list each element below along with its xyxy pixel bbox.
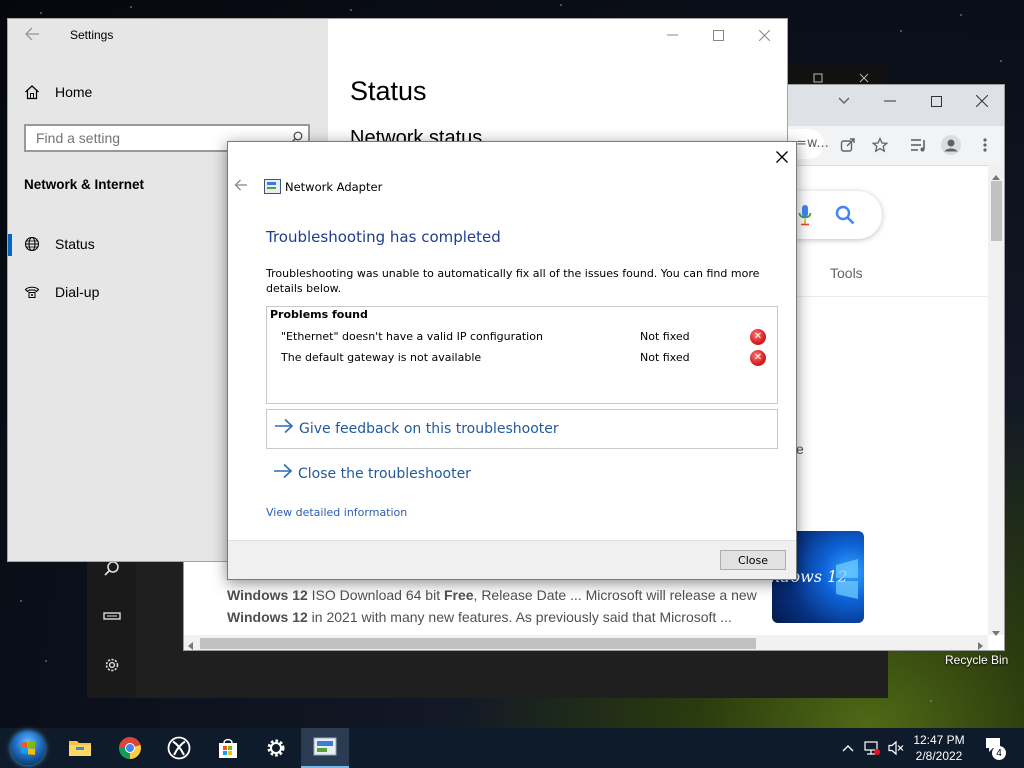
bookmark-star-icon[interactable] (870, 135, 890, 155)
problems-header: Problems found (270, 308, 368, 321)
hscroll-thumb[interactable] (200, 638, 756, 649)
minimize-button[interactable] (867, 86, 913, 116)
taskbar: 12:47 PM 2/8/2022 4 (0, 728, 1024, 768)
settings-title: Settings (70, 28, 114, 42)
sidebar-item-dialup[interactable]: Dial-up (24, 277, 99, 307)
url-text[interactable]: =w... (796, 136, 829, 151)
problem-text: "Ethernet" doesn't have a valid IP confi… (281, 330, 543, 343)
partial-text: e (796, 441, 804, 457)
chrome-icon[interactable] (106, 728, 154, 768)
view-details-link[interactable]: View detailed information (266, 506, 407, 519)
scroll-thumb[interactable] (991, 181, 1002, 241)
sidebar-item-label: Dial-up (55, 284, 100, 300)
start-button[interactable] (4, 728, 52, 768)
search-icon[interactable] (835, 205, 855, 228)
dialog-title: Network Adapter (285, 180, 383, 194)
problem-status: Not fixed (640, 351, 690, 364)
back-arrow-icon[interactable] (24, 27, 40, 44)
dialog-footer: Close (228, 540, 796, 579)
keyboard-icon[interactable] (87, 596, 136, 636)
clock[interactable]: 12:47 PM 2/8/2022 (907, 732, 971, 764)
error-icon (750, 329, 766, 345)
dialog-description: Troubleshooting was unable to automatica… (266, 267, 760, 295)
tab-search-icon[interactable] (821, 86, 867, 116)
dialog-close-icon[interactable] (768, 145, 796, 169)
page-title: Status (350, 76, 427, 106)
globe-icon (24, 236, 40, 252)
media-queue-icon[interactable] (908, 135, 928, 155)
close-window-button[interactable] (959, 86, 1004, 116)
arrow-right-icon (273, 463, 293, 483)
maximize-button[interactable] (695, 23, 741, 47)
clock-time: 12:47 PM (913, 733, 965, 747)
maximize-button[interactable] (913, 86, 959, 116)
profile-avatar-icon[interactable] (941, 135, 961, 155)
scroll-down-icon[interactable] (992, 625, 1000, 639)
nav-home-label: Home (55, 84, 93, 100)
troubleshooter-dialog: Network Adapter Troubleshooting has comp… (227, 141, 797, 580)
windows-logo-icon (11, 731, 45, 765)
microphone-icon[interactable] (798, 204, 812, 229)
close-troubleshooter-link[interactable]: Close the troubleshooter (266, 455, 778, 495)
error-icon (750, 350, 766, 366)
settings-gear-icon[interactable] (252, 728, 300, 768)
back-arrow-icon[interactable] (234, 177, 248, 195)
minimize-button[interactable] (649, 23, 695, 47)
selection-indicator (8, 234, 12, 256)
troubleshooter-taskbar-icon[interactable] (301, 728, 349, 768)
share-icon[interactable] (838, 135, 858, 155)
arrow-right-icon (274, 418, 294, 438)
notification-count-badge: 4 (992, 746, 1006, 760)
recycle-bin-label[interactable]: Recycle Bin (945, 653, 1008, 667)
file-explorer-icon[interactable] (56, 728, 104, 768)
network-status-icon[interactable] (861, 738, 881, 758)
section-heading: Network & Internet (24, 177, 145, 192)
problem-row: The default gateway is not available Not… (267, 349, 777, 369)
scroll-left-icon[interactable] (188, 639, 193, 650)
windows-logo-icon (836, 559, 858, 599)
sidebar-item-label: Status (55, 236, 95, 252)
problems-list: Problems found "Ethernet" doesn't have a… (266, 306, 778, 404)
scroll-right-icon[interactable] (978, 639, 983, 650)
close-troubleshooter-label: Close the troubleshooter (298, 466, 471, 482)
problem-text: The default gateway is not available (281, 351, 482, 364)
home-icon (24, 84, 40, 100)
vertical-scrollbar[interactable] (988, 165, 1004, 636)
volume-muted-icon[interactable] (886, 738, 906, 758)
sidebar-item-status[interactable]: Status (24, 229, 95, 259)
xbox-icon[interactable] (155, 728, 203, 768)
close-button[interactable]: Close (720, 550, 786, 570)
gear-icon[interactable] (87, 645, 136, 685)
store-icon[interactable] (204, 728, 252, 768)
clock-date: 2/8/2022 (915, 749, 963, 763)
tray-chevron-up-icon[interactable] (838, 738, 858, 758)
dialup-icon (24, 284, 40, 300)
nav-home[interactable]: Home (24, 77, 92, 107)
action-center-button[interactable]: 4 (978, 734, 1018, 762)
problem-status: Not fixed (640, 330, 690, 343)
network-adapter-icon (264, 179, 281, 194)
tools-tab[interactable]: Tools (830, 265, 863, 281)
dialog-heading: Troubleshooting has completed (266, 228, 501, 246)
close-window-button[interactable] (741, 23, 787, 47)
menu-kebab-icon[interactable] (975, 135, 995, 155)
feedback-link-label: Give feedback on this troubleshooter (299, 421, 559, 437)
problem-row: "Ethernet" doesn't have a valid IP confi… (267, 328, 777, 348)
feedback-link[interactable]: Give feedback on this troubleshooter (266, 409, 778, 449)
horizontal-scrollbar[interactable] (184, 635, 988, 650)
search-snippet-line: Windows 12 in 2021 with many new feature… (227, 609, 732, 625)
search-snippet-line: Windows 12 ISO Download 64 bit Free, Rel… (227, 587, 757, 603)
